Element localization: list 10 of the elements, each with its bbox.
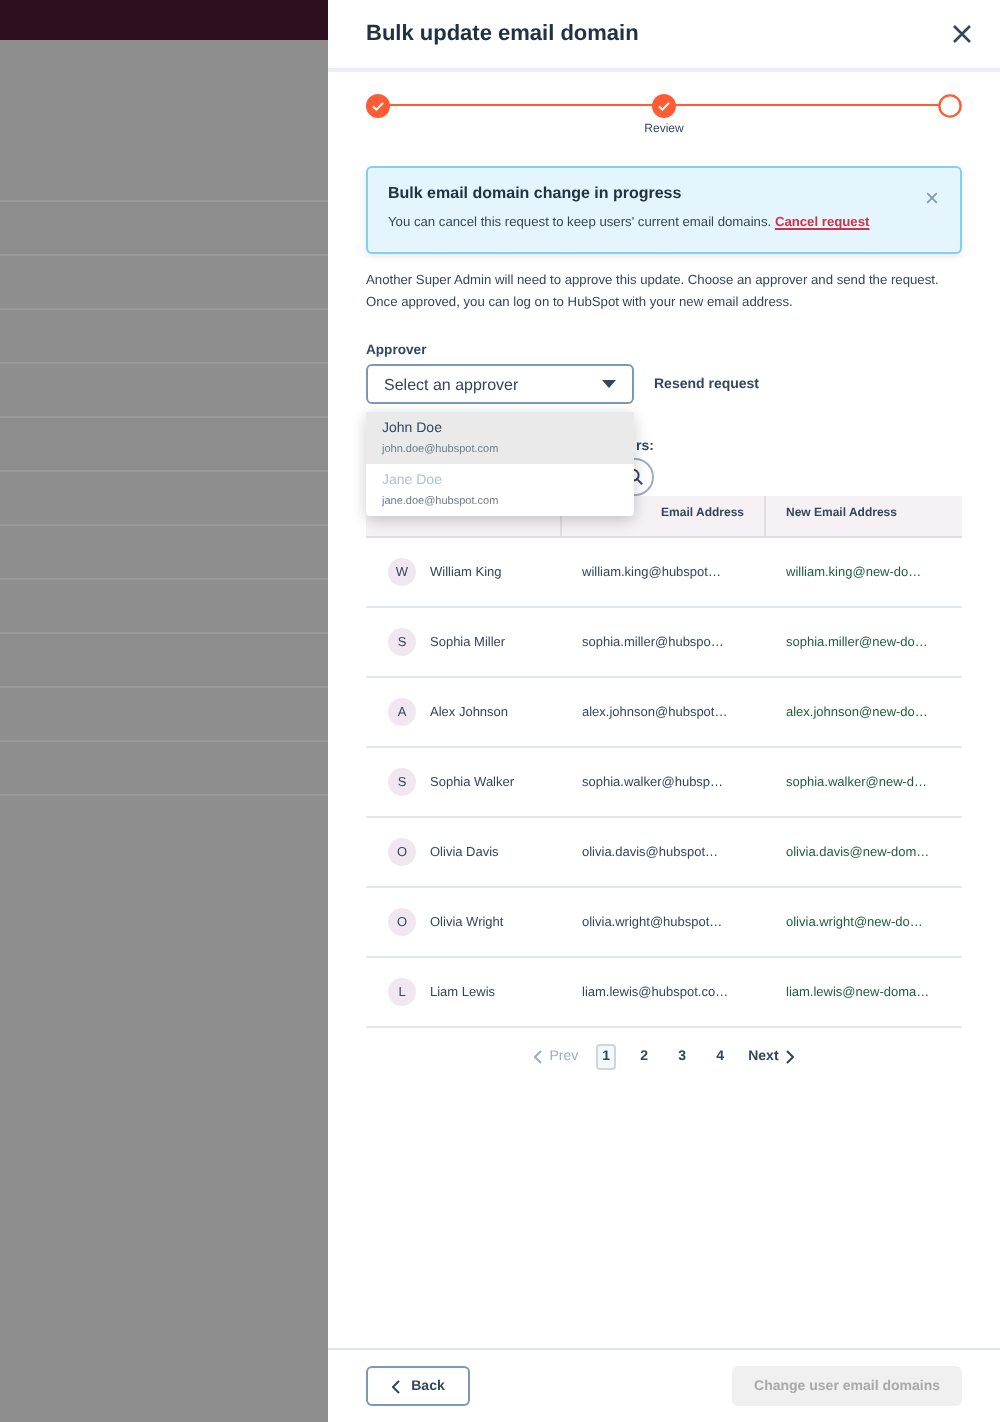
chevron-left-icon: [533, 1050, 542, 1064]
panel-title: Bulk update email domain: [366, 22, 639, 46]
close-button[interactable]: [952, 24, 972, 44]
caret-icon: [602, 380, 616, 388]
close-icon: [952, 24, 972, 44]
chevron-left-icon: [391, 1379, 400, 1393]
chevron-right-icon: [786, 1050, 795, 1064]
close-icon: [926, 192, 938, 204]
approver-dropdown[interactable]: Select an approver: [366, 364, 634, 404]
alert-title: Bulk email domain change in progress: [388, 184, 684, 202]
